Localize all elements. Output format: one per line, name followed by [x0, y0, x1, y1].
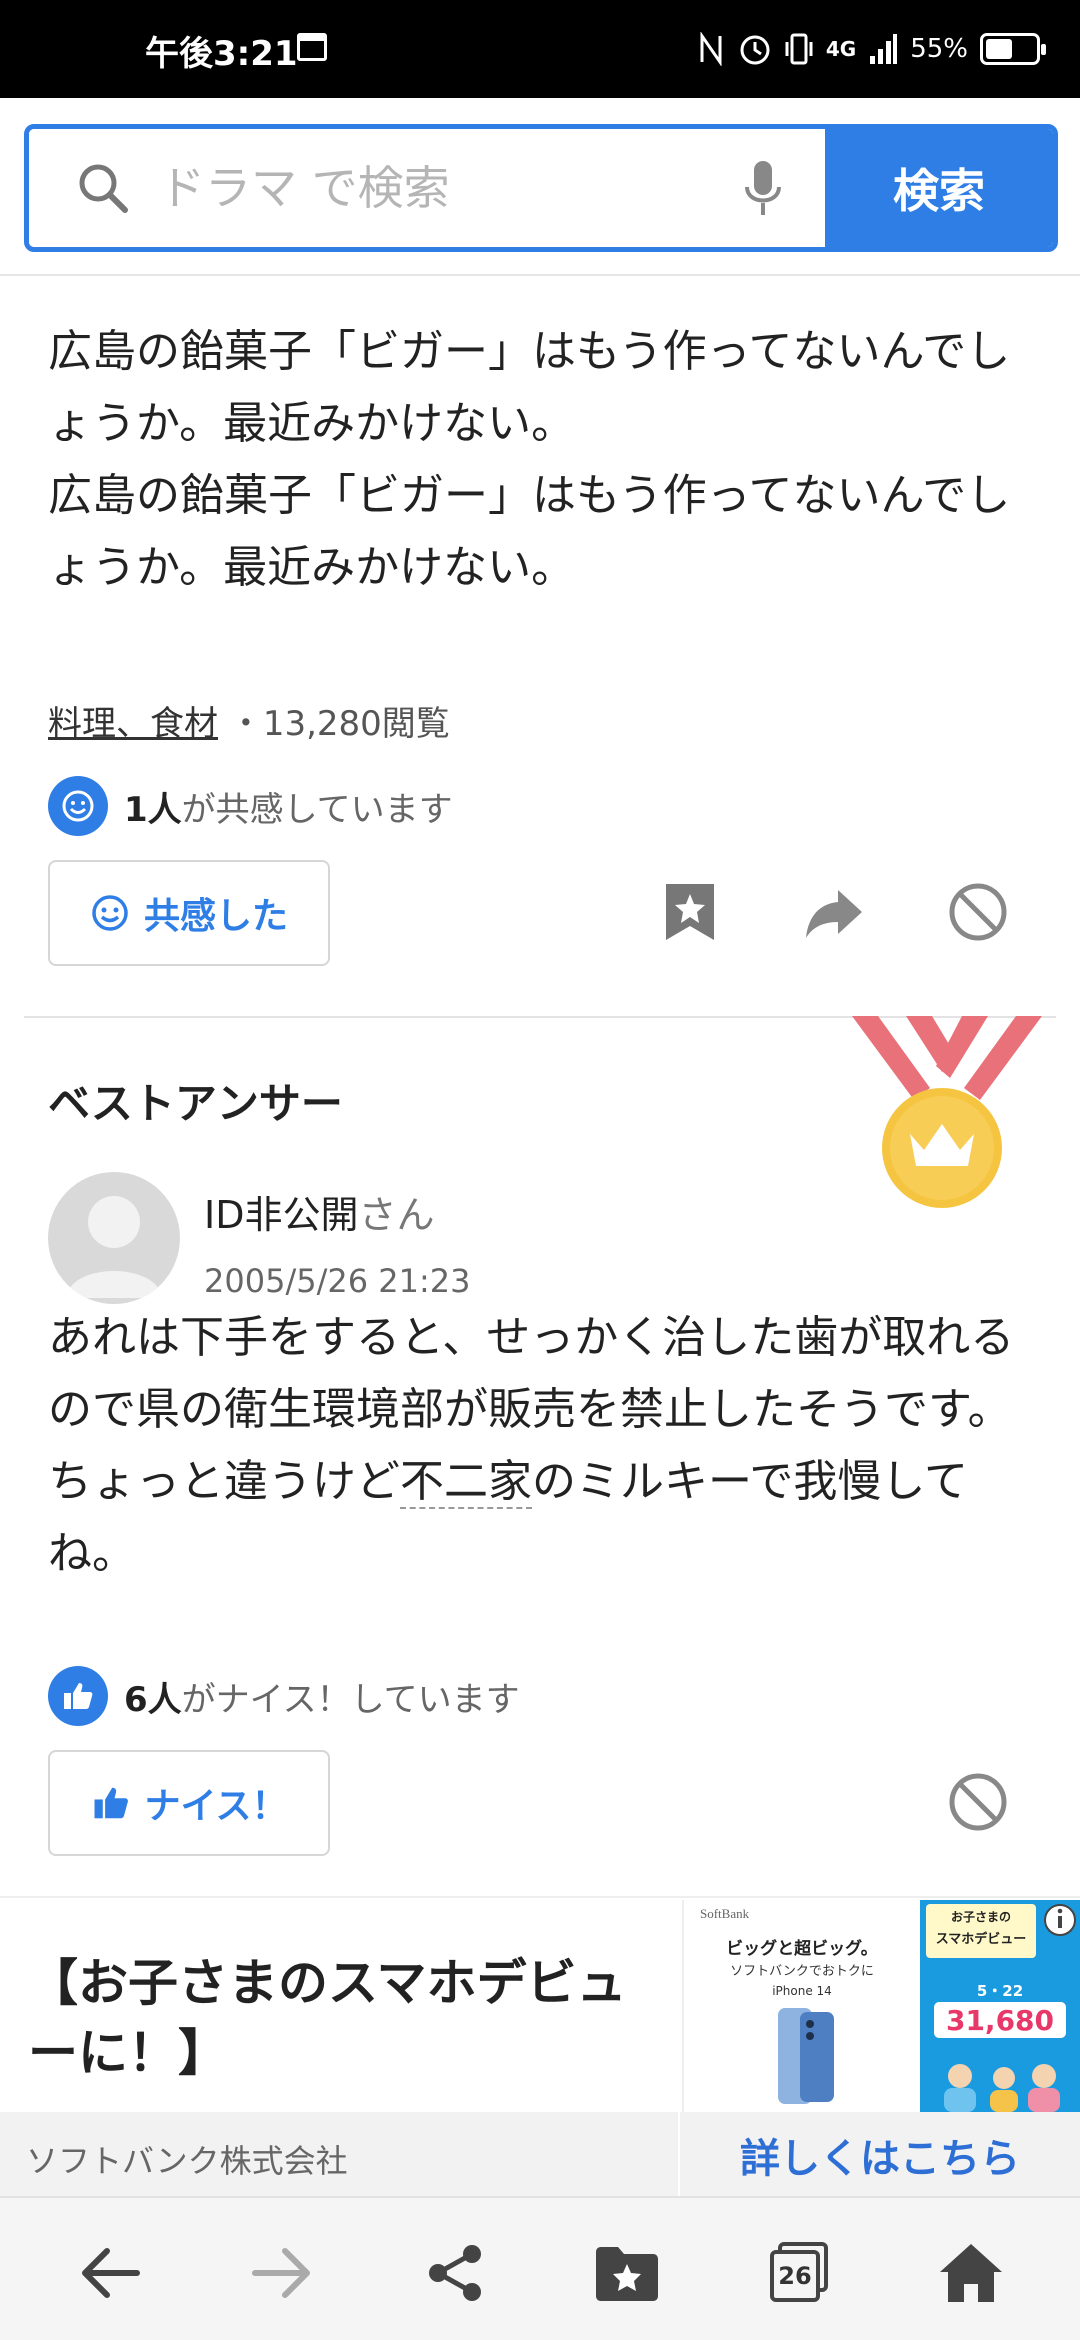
nice-summary: 6人 がナイス！しています	[48, 1666, 520, 1726]
ad-company: ソフトバンク株式会社	[26, 2142, 348, 2180]
home-button[interactable]	[936, 2238, 1006, 2308]
people-illustration-icon	[944, 2064, 1060, 2112]
empathy-button[interactable]: 共感した	[48, 860, 330, 966]
alarm-icon	[740, 35, 770, 65]
status-bar: 午後3:21 4G 55%	[0, 0, 1080, 98]
forward-button[interactable]	[248, 2238, 318, 2308]
folder-star-icon	[596, 2247, 658, 2301]
empathy-summary: 1人 が共感しています	[48, 776, 453, 836]
advertisement[interactable]: 【お子さまのスマホデビューに！】 SoftBank ビッグと超ビッグ。 ソフトバ…	[0, 1896, 1080, 2198]
ad-img2-line1: お子さまの	[950, 1910, 1011, 1924]
tabs-button[interactable]: 26	[764, 2238, 834, 2308]
category-link[interactable]: 料理、食材	[48, 704, 218, 744]
signal-icon	[870, 34, 898, 64]
ad-image-iphone[interactable]: SoftBank ビッグと超ビッグ。 ソフトバンクでおトクに iPhone 14	[682, 1900, 918, 2112]
ad-title[interactable]: 【お子さまのスマホデビューに！】	[28, 1948, 668, 2088]
battery-icon	[980, 33, 1046, 65]
user-honorific: さん	[358, 1193, 435, 1237]
share-icon	[429, 2245, 481, 2301]
search-icon	[79, 164, 128, 213]
ad-img1-product: iPhone 14	[772, 1984, 832, 1998]
ad-img2-line2: スマホデビュー	[935, 1932, 1027, 1947]
empathy-count: 1人	[124, 789, 182, 830]
user-id-text: ID非公開	[204, 1193, 359, 1237]
battery-percent: 55%	[910, 34, 968, 64]
meta-separator: ・	[228, 704, 263, 744]
search-bar: 検索	[24, 124, 1058, 252]
share-button[interactable]	[420, 2238, 490, 2308]
avatar[interactable]	[48, 1172, 180, 1304]
nice-button[interactable]: ナイス！	[48, 1750, 330, 1856]
ad-image-smartphone-debut[interactable]: お子さまの スマホデビュー 5・22 31,680	[920, 1900, 1080, 2112]
question-meta: 料理、食材 ・13,280閲覧	[48, 696, 450, 745]
thumbs-up-icon	[48, 1666, 108, 1726]
search-input-wrap	[29, 129, 825, 247]
home-icon	[940, 2244, 1002, 2302]
network-type: 4G	[825, 37, 857, 61]
phone-image-icon	[778, 2008, 834, 2104]
thumbs-up-button-icon	[94, 1787, 128, 1819]
ad-img2-price: 31,680	[945, 2004, 1055, 2037]
vibrate-icon	[785, 33, 813, 65]
smile-outline-icon	[92, 895, 128, 931]
browser-bottom-nav: 26	[0, 2196, 1080, 2340]
nice-suffix: がナイス！しています	[181, 1679, 520, 1720]
empathy-suffix: が共感しています	[181, 789, 453, 830]
nice-button-label: ナイス！	[144, 1786, 288, 1827]
nfc-icon	[700, 32, 722, 66]
forward-arrow-icon	[252, 2248, 310, 2298]
search-button[interactable]: 検索	[825, 129, 1053, 247]
microphone-icon[interactable]	[743, 159, 783, 217]
calendar-icon	[297, 33, 327, 61]
share-arrow-icon[interactable]	[802, 880, 866, 944]
ad-img1-line1: ビッグと超ビッグ。	[726, 1939, 878, 1959]
keyword-link-fujiya[interactable]: 不二家	[400, 1456, 532, 1509]
answer-text: あれは下手をすると、せっかく治した歯が取れるので県の衛生環境部が販売を禁止したそ…	[48, 1302, 1038, 1590]
crown-medal-icon	[852, 1016, 1042, 1208]
question-text: 広島の飴菓子「ビガー」はもう作ってないんでしょうか。最近みかけない。 広島の飴菓…	[48, 326, 1011, 593]
search-input[interactable]	[159, 161, 719, 215]
block-icon[interactable]	[946, 880, 1010, 944]
default-user-icon	[66, 1196, 162, 1298]
status-time: 午後3:21	[145, 34, 298, 74]
bookmark-star-icon[interactable]	[658, 880, 722, 944]
search-header: 検索	[0, 98, 1080, 276]
answer-date: 2005/5/26 21:23	[204, 1262, 471, 1300]
back-arrow-icon	[82, 2248, 140, 2298]
ad-details-link[interactable]: 詳しくはこちら	[678, 2112, 1080, 2198]
best-answer-heading: ベストアンサー	[48, 1079, 343, 1128]
tabs-icon: 26	[768, 2242, 830, 2304]
answer-user-name[interactable]: ID非公開さん	[204, 1184, 434, 1239]
empathy-button-label: 共感した	[143, 896, 288, 937]
back-button[interactable]	[74, 2238, 144, 2308]
ad-footer: ソフトバンク株式会社 詳しくはこちら	[0, 2112, 1080, 2198]
smile-icon	[48, 776, 108, 836]
bookmarks-button[interactable]	[592, 2238, 662, 2308]
status-icons: 4G 55%	[696, 24, 1046, 74]
view-count: 13,280閲覧	[262, 704, 450, 744]
tabs-count: 26	[770, 2250, 820, 2302]
ad-info-icon[interactable]	[1042, 1902, 1078, 1938]
ad-brand: SoftBank	[700, 1906, 750, 1921]
ad-img1-line2: ソフトバンクでおトクに	[730, 1964, 874, 1979]
nice-count: 6人	[124, 1679, 182, 1720]
block-answer-icon[interactable]	[946, 1770, 1010, 1834]
ad-img2-date: 5・22	[976, 1982, 1024, 2000]
